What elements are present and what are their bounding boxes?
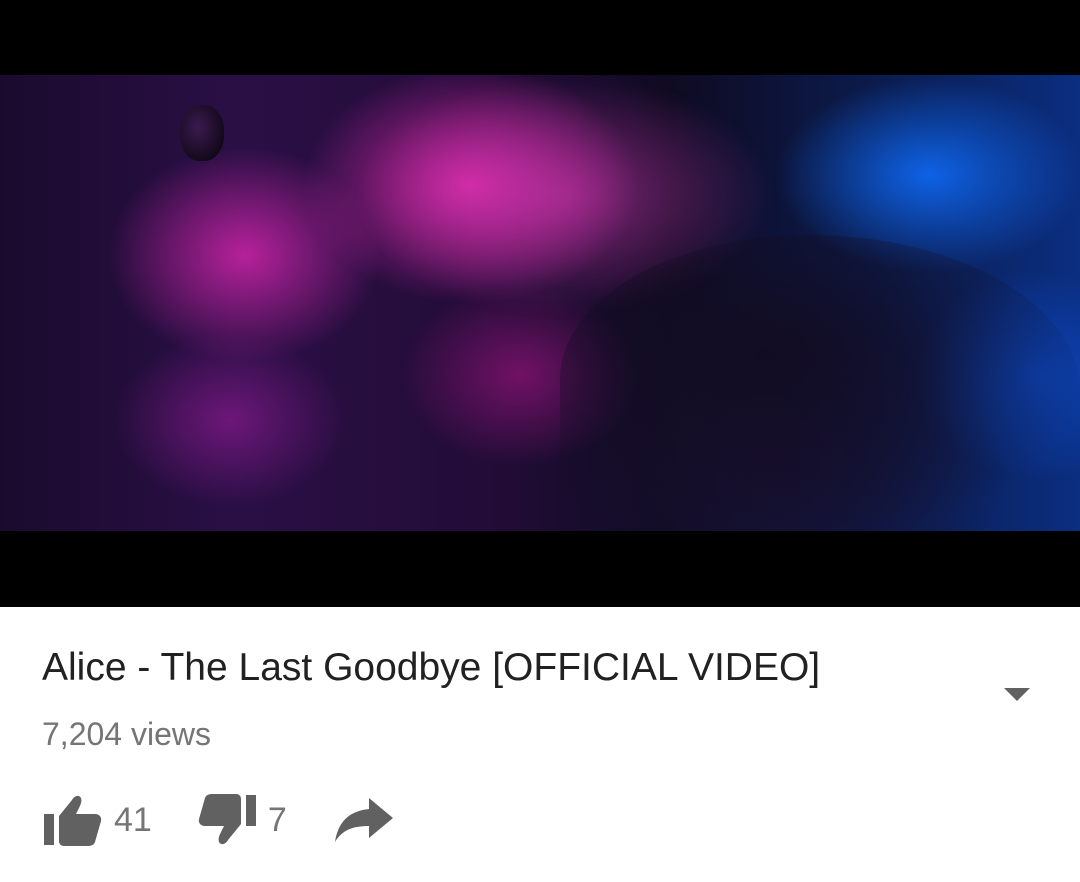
video-title: Alice - The Last Goodbye [OFFICIAL VIDEO… bbox=[42, 646, 821, 689]
share-button[interactable] bbox=[333, 794, 395, 846]
like-count: 41 bbox=[114, 801, 152, 839]
video-shadow bbox=[560, 235, 1080, 531]
video-ring bbox=[180, 105, 224, 161]
video-info-panel: Alice - The Last Goodbye [OFFICIAL VIDEO… bbox=[0, 607, 1080, 882]
dislike-count: 7 bbox=[267, 801, 287, 839]
thumbs-down-icon bbox=[198, 794, 256, 845]
dislike-button[interactable]: 7 bbox=[198, 792, 287, 848]
video-player[interactable] bbox=[0, 0, 1080, 607]
expand-description-button[interactable] bbox=[1000, 685, 1034, 703]
action-bar: 41 7 bbox=[42, 790, 395, 850]
view-count: 7,204 views bbox=[42, 716, 211, 752]
video-frame[interactable] bbox=[0, 75, 1080, 531]
thumbs-up-icon bbox=[44, 795, 102, 846]
share-arrow-icon bbox=[334, 798, 393, 842]
like-button[interactable]: 41 bbox=[42, 792, 152, 848]
chevron-down-icon bbox=[1004, 688, 1030, 701]
